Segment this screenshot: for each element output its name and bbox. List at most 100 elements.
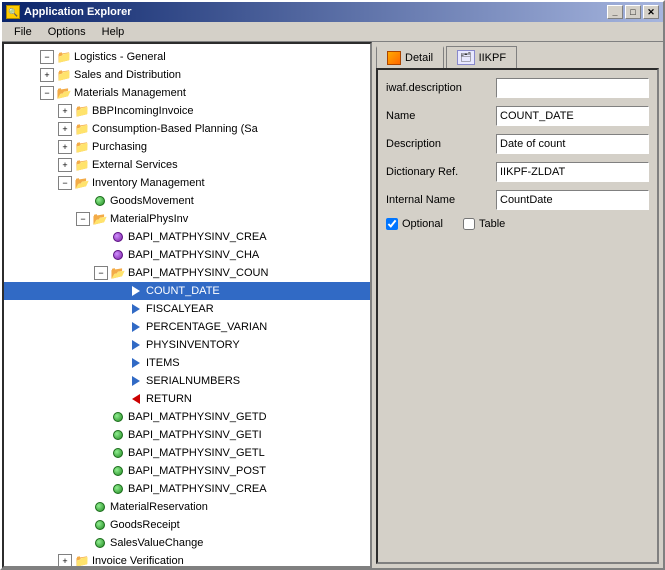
expand-btn-external-svc[interactable]: + bbox=[58, 158, 72, 172]
folder-icon-material-phys: 📂 bbox=[92, 211, 108, 227]
arrow-right-icon-physinventory bbox=[128, 337, 144, 353]
circle-green-icon-goods-receipt bbox=[92, 517, 108, 533]
input-internal-name[interactable] bbox=[496, 190, 649, 210]
tree-node-bapi-create[interactable]: BAPI_MATPHYSINV_CREA bbox=[4, 228, 370, 246]
close-button[interactable]: ✕ bbox=[643, 5, 659, 19]
label-internal-name: Internal Name bbox=[386, 194, 496, 206]
app-window: 🔍 Application Explorer _ □ ✕ File Option… bbox=[0, 0, 665, 570]
arrow-right-icon-percentage bbox=[128, 319, 144, 335]
circle-green-icon-bapi-post bbox=[110, 463, 126, 479]
form-row-name: Name bbox=[386, 106, 649, 126]
expand-btn-purchasing[interactable]: + bbox=[58, 140, 72, 154]
circle-green-icon-sales-value bbox=[92, 535, 108, 551]
tree-node-material-res[interactable]: MaterialReservation bbox=[4, 498, 370, 516]
checkbox-row: Optional Table bbox=[386, 218, 649, 230]
form-row-dict-ref: Dictionary Ref. bbox=[386, 162, 649, 182]
arrow-right-icon-count-date bbox=[128, 283, 144, 299]
tree-panel[interactable]: −📁Logistics - General+📁Sales and Distrib… bbox=[2, 42, 372, 568]
tree-node-goods-receipt[interactable]: GoodsReceipt bbox=[4, 516, 370, 534]
input-description[interactable] bbox=[496, 134, 649, 154]
tree-node-serialnumbers[interactable]: SERIALNUMBERS bbox=[4, 372, 370, 390]
table-label: Table bbox=[479, 218, 505, 230]
node-text-bapi-change: BAPI_MATPHYSINV_CHA bbox=[128, 249, 259, 261]
tree-node-bapi-getl[interactable]: BAPI_MATPHYSINV_GETL bbox=[4, 444, 370, 462]
tree-node-consumption[interactable]: +📁Consumption-Based Planning (Sa bbox=[4, 120, 370, 138]
expand-btn-materials-mgmt[interactable]: − bbox=[40, 86, 54, 100]
node-text-percentage: PERCENTAGE_VARIAN bbox=[146, 321, 267, 333]
tab-iikpf[interactable]: 🗂 IIKPF bbox=[446, 46, 517, 68]
node-text-bapi-count: BAPI_MATPHYSINV_COUN bbox=[128, 267, 268, 279]
tree-node-return[interactable]: RETURN bbox=[4, 390, 370, 408]
node-text-consumption: Consumption-Based Planning (Sa bbox=[92, 123, 258, 135]
tree-node-logistics-general[interactable]: −📁Logistics - General bbox=[4, 48, 370, 66]
tree-node-items[interactable]: ITEMS bbox=[4, 354, 370, 372]
folder-icon-invoice-verif: 📁 bbox=[74, 553, 90, 568]
tree-node-external-svc[interactable]: +📁External Services bbox=[4, 156, 370, 174]
expand-btn-logistics-general[interactable]: − bbox=[40, 50, 54, 64]
circle-green-icon-bapi-crea2 bbox=[110, 481, 126, 497]
detail-tab-icon bbox=[387, 51, 401, 65]
form-row-iwaf: iwaf.description bbox=[386, 78, 649, 98]
expand-btn-consumption[interactable]: + bbox=[58, 122, 72, 136]
node-text-serialnumbers: SERIALNUMBERS bbox=[146, 375, 240, 387]
expand-btn-inventory-mgmt[interactable]: − bbox=[58, 176, 72, 190]
optional-checkbox[interactable] bbox=[386, 218, 398, 230]
expand-btn-sales-dist[interactable]: + bbox=[40, 68, 54, 82]
tree-node-percentage[interactable]: PERCENTAGE_VARIAN bbox=[4, 318, 370, 336]
menu-options[interactable]: Options bbox=[40, 24, 94, 40]
circle-green-icon-bapi-getl bbox=[110, 445, 126, 461]
tree-node-materials-mgmt[interactable]: −📂Materials Management bbox=[4, 84, 370, 102]
tree-node-bapi-geti[interactable]: BAPI_MATPHYSINV_GETI bbox=[4, 426, 370, 444]
menu-bar: File Options Help bbox=[2, 22, 663, 42]
input-iwaf[interactable] bbox=[496, 78, 649, 98]
node-text-goods-receipt: GoodsReceipt bbox=[110, 519, 180, 531]
folder-icon-logistics-general: 📁 bbox=[56, 49, 72, 65]
label-description: Description bbox=[386, 138, 496, 150]
tree-node-goods-movement[interactable]: GoodsMovement bbox=[4, 192, 370, 210]
tree-node-material-phys[interactable]: −📂MaterialPhysInv bbox=[4, 210, 370, 228]
tree-node-inventory-mgmt[interactable]: −📂Inventory Management bbox=[4, 174, 370, 192]
tree-node-purchasing[interactable]: +📁Purchasing bbox=[4, 138, 370, 156]
expand-btn-bapi-count[interactable]: − bbox=[94, 266, 108, 280]
tree-node-bapi-change[interactable]: BAPI_MATPHYSINV_CHA bbox=[4, 246, 370, 264]
tree-node-invoice-verif[interactable]: +📁Invoice Verification bbox=[4, 552, 370, 568]
node-text-external-svc: External Services bbox=[92, 159, 178, 171]
tree-node-bapi-count[interactable]: −📂BAPI_MATPHYSINV_COUN bbox=[4, 264, 370, 282]
circle-purple-icon-bapi-create bbox=[110, 229, 126, 245]
expand-btn-material-phys[interactable]: − bbox=[76, 212, 90, 226]
input-dict-ref[interactable] bbox=[496, 162, 649, 182]
tree-node-bapi-post[interactable]: BAPI_MATPHYSINV_POST bbox=[4, 462, 370, 480]
label-dict-ref: Dictionary Ref. bbox=[386, 166, 496, 178]
form-row-internal-name: Internal Name bbox=[386, 190, 649, 210]
optional-checkbox-item: Optional bbox=[386, 218, 443, 230]
circle-green-icon-goods-movement bbox=[92, 193, 108, 209]
tree-node-bapi-getd[interactable]: BAPI_MATPHYSINV_GETD bbox=[4, 408, 370, 426]
tree-node-sales-dist[interactable]: +📁Sales and Distribution bbox=[4, 66, 370, 84]
table-checkbox[interactable] bbox=[463, 218, 475, 230]
menu-file[interactable]: File bbox=[6, 24, 40, 40]
label-name: Name bbox=[386, 110, 496, 122]
node-text-count-date: COUNT_DATE bbox=[146, 285, 220, 297]
input-name[interactable] bbox=[496, 106, 649, 126]
optional-label: Optional bbox=[402, 218, 443, 230]
tree-node-fiscal-year[interactable]: FISCALYEAR bbox=[4, 300, 370, 318]
tree-node-sales-value[interactable]: SalesValueChange bbox=[4, 534, 370, 552]
node-text-physinventory: PHYSINVENTORY bbox=[146, 339, 240, 351]
maximize-button[interactable]: □ bbox=[625, 5, 641, 19]
title-bar: 🔍 Application Explorer _ □ ✕ bbox=[2, 2, 663, 22]
expand-btn-bbp[interactable]: + bbox=[58, 104, 72, 118]
minimize-button[interactable]: _ bbox=[607, 5, 623, 19]
node-text-bapi-getd: BAPI_MATPHYSINV_GETD bbox=[128, 411, 267, 423]
tree-node-count-date[interactable]: COUNT_DATE bbox=[4, 282, 370, 300]
tree-node-physinventory[interactable]: PHYSINVENTORY bbox=[4, 336, 370, 354]
tree-node-bapi-crea2[interactable]: BAPI_MATPHYSINV_CREA bbox=[4, 480, 370, 498]
node-text-goods-movement: GoodsMovement bbox=[110, 195, 194, 207]
circle-green-icon-material-res bbox=[92, 499, 108, 515]
node-text-sales-value: SalesValueChange bbox=[110, 537, 203, 549]
expand-btn-invoice-verif[interactable]: + bbox=[58, 554, 72, 568]
tab-detail[interactable]: Detail bbox=[376, 46, 444, 68]
circle-purple-icon-bapi-change bbox=[110, 247, 126, 263]
window-controls: _ □ ✕ bbox=[607, 5, 659, 19]
menu-help[interactable]: Help bbox=[94, 24, 133, 40]
tree-node-bbp[interactable]: +📁BBPIncomingInvoice bbox=[4, 102, 370, 120]
